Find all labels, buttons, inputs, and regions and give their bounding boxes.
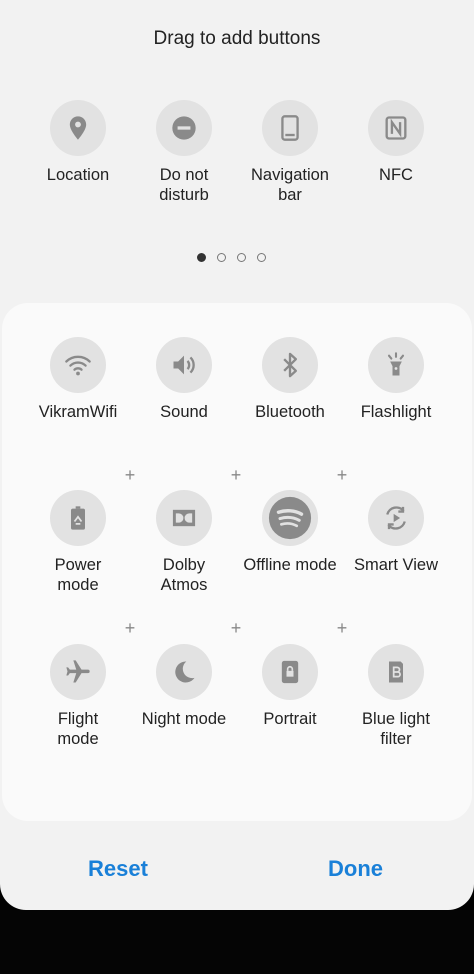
- tile-label: Dolby Atmos: [160, 556, 208, 594]
- dolby-icon: [156, 490, 212, 546]
- page-dot-3[interactable]: [237, 252, 246, 262]
- active-tile-blue-light-filter[interactable]: Blue light filter: [343, 644, 449, 749]
- smart-view-icon: [368, 490, 424, 546]
- wifi-icon: [50, 337, 106, 393]
- tile-label: Night mode: [141, 710, 227, 728]
- tile-label: Location: [46, 166, 110, 184]
- page-title: Drag to add buttons: [153, 28, 321, 49]
- tile-label: Navigation bar: [251, 166, 329, 204]
- nfc-icon: [368, 100, 424, 156]
- tile-label: Do not disturb: [159, 166, 209, 204]
- done-button[interactable]: Done: [328, 856, 383, 882]
- active-tile-sound[interactable]: Sound: [131, 337, 237, 422]
- tile-label: VikramWifi: [38, 403, 118, 421]
- location-pin-icon: [50, 100, 106, 156]
- tile-label: Sound: [160, 403, 208, 421]
- page-dot-2[interactable]: [217, 252, 226, 262]
- system-navigation-bar: [0, 910, 474, 974]
- active-tile-smart-view[interactable]: Smart View: [343, 490, 449, 575]
- active-tile-wifi[interactable]: VikramWifi: [25, 337, 131, 422]
- active-tile-offline-mode[interactable]: Offline mode: [237, 490, 343, 575]
- tile-label: Portrait: [263, 710, 317, 728]
- insert-slot-plus[interactable]: +: [226, 465, 246, 486]
- page-dot-1[interactable]: [197, 252, 206, 262]
- available-tile-navigation-bar[interactable]: Navigation bar: [237, 100, 343, 205]
- blue-light-filter-icon: [368, 644, 424, 700]
- active-tile-flight-mode[interactable]: Flight mode: [25, 644, 131, 749]
- page-indicator: [197, 251, 266, 263]
- tile-label: NFC: [379, 166, 413, 184]
- bluetooth-icon: [262, 337, 318, 393]
- tile-label: Blue light filter: [362, 710, 430, 748]
- tile-label: Power mode: [54, 556, 102, 594]
- airplane-icon: [50, 644, 106, 700]
- tile-label: Offline mode: [243, 556, 337, 574]
- navigation-bar-icon: [262, 100, 318, 156]
- insert-slot-plus[interactable]: +: [120, 465, 140, 486]
- reset-button[interactable]: Reset: [88, 856, 148, 882]
- active-tile-night-mode[interactable]: Night mode: [131, 644, 237, 729]
- active-tile-power-mode[interactable]: Power mode: [25, 490, 131, 595]
- battery-recycle-icon: [50, 490, 106, 546]
- do-not-disturb-icon: [156, 100, 212, 156]
- portrait-lock-icon: [262, 644, 318, 700]
- spotify-icon: [262, 490, 318, 546]
- active-tile-dolby-atmos[interactable]: Dolby Atmos: [131, 490, 237, 595]
- available-tile-do-not-disturb[interactable]: Do not disturb: [131, 100, 237, 205]
- quick-panel-editor: Drag to add buttons Location Do not dist…: [0, 0, 474, 910]
- tile-label: Smart View: [353, 556, 439, 574]
- tile-label: Bluetooth: [255, 403, 325, 421]
- insert-slot-plus[interactable]: +: [332, 465, 352, 486]
- insert-slot-plus[interactable]: +: [332, 618, 352, 639]
- flashlight-icon: [368, 337, 424, 393]
- moon-icon: [156, 644, 212, 700]
- page-dot-4[interactable]: [257, 252, 266, 262]
- insert-slot-plus[interactable]: +: [120, 618, 140, 639]
- tile-label: Flight mode: [57, 710, 99, 748]
- active-tile-flashlight[interactable]: Flashlight: [343, 337, 449, 422]
- available-tile-location[interactable]: Location: [25, 100, 131, 185]
- active-tile-portrait[interactable]: Portrait: [237, 644, 343, 729]
- speaker-icon: [156, 337, 212, 393]
- insert-slot-plus[interactable]: +: [226, 618, 246, 639]
- available-tile-nfc[interactable]: NFC: [343, 100, 449, 185]
- active-tile-bluetooth[interactable]: Bluetooth: [237, 337, 343, 422]
- tile-label: Flashlight: [360, 403, 432, 421]
